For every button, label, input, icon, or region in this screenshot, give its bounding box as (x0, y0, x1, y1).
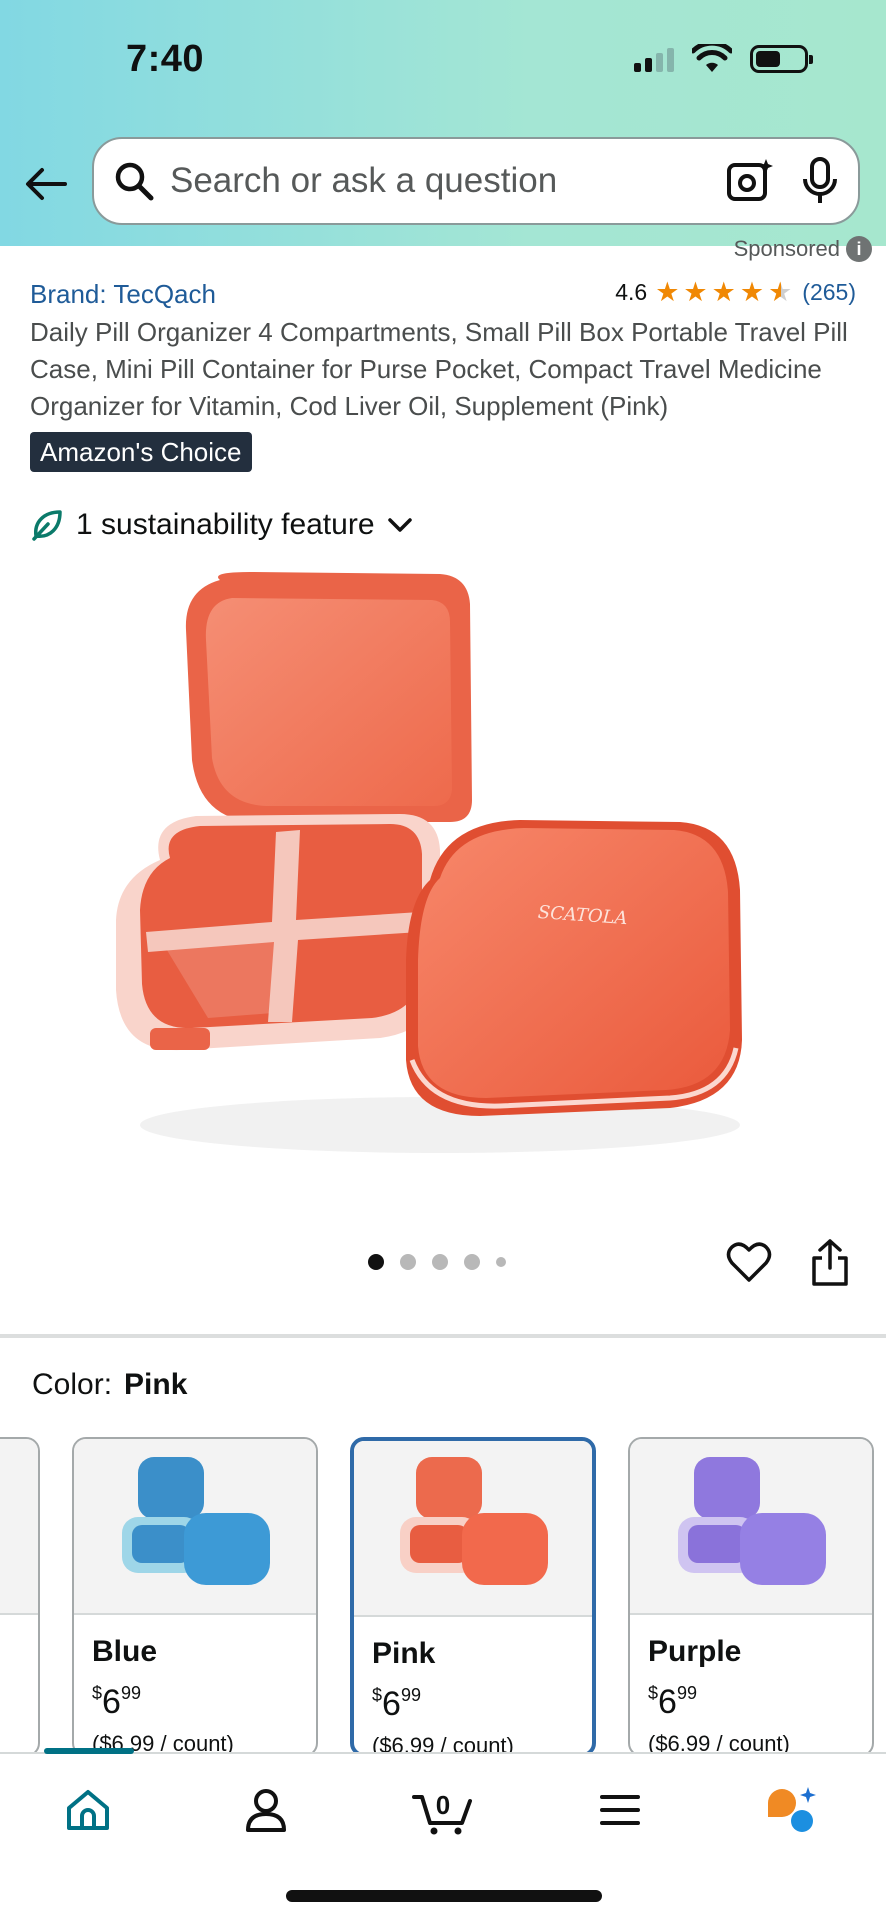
sponsored-label[interactable]: Sponsored i (734, 236, 872, 262)
wifi-icon (692, 44, 732, 72)
menu-icon (600, 1795, 640, 1825)
search-input[interactable]: Search or ask a question (170, 161, 726, 201)
home-icon (67, 1790, 109, 1830)
leaf-icon (32, 510, 62, 541)
back-button[interactable] (22, 160, 70, 208)
share-icon[interactable] (808, 1238, 852, 1288)
star-icon: ★ (683, 277, 708, 307)
swatch-name: Pink (372, 1637, 436, 1670)
star-icon: ★ (655, 277, 680, 307)
nav-rufus[interactable] (762, 1780, 822, 1840)
search-icon (115, 162, 154, 201)
carousel-dot[interactable] (368, 1254, 384, 1270)
cellular-signal-icon (634, 46, 674, 72)
swatch-card-pink[interactable]: Pink $699 ($6.99 / count) (350, 1437, 596, 1757)
amazons-choice-badge[interactable]: Amazon's Choice (30, 432, 252, 472)
swatch-name: Purple (648, 1635, 742, 1668)
swatch-price: $699 (648, 1683, 697, 1721)
swatch-card-purple[interactable]: Purple $699 ($6.99 / count) (628, 1437, 874, 1757)
swatch-name: Blue (92, 1635, 158, 1668)
swatch-thumbnail (74, 1439, 316, 1615)
swatch-price: $699 (92, 1683, 141, 1721)
carousel-dot[interactable] (432, 1254, 448, 1270)
sustainability-label: 1 sustainability feature (76, 508, 375, 541)
product-image[interactable]: SCATOLA (100, 560, 780, 1180)
chevron-down-icon (387, 518, 412, 532)
heart-icon[interactable] (726, 1240, 772, 1286)
swatch-card-partial[interactable] (0, 1437, 40, 1757)
swatch-price: $699 (372, 1685, 421, 1723)
purple-case-image (678, 1457, 826, 1585)
nav-home[interactable] (58, 1780, 118, 1840)
status-icons (634, 44, 813, 74)
battery-icon (750, 45, 813, 73)
nav-cart[interactable]: 0 (408, 1780, 478, 1840)
swatch-thumbnail (630, 1439, 872, 1615)
status-time: 7:40 (126, 38, 205, 80)
carousel-dots[interactable] (368, 1254, 506, 1270)
star-icon: ★ (739, 277, 765, 307)
section-divider (0, 1334, 886, 1338)
carousel-dot[interactable] (496, 1257, 506, 1267)
home-indicator (286, 1890, 602, 1902)
carousel-dot[interactable] (464, 1254, 480, 1270)
info-icon: i (846, 236, 872, 262)
rating-value: 4.6 (615, 279, 648, 305)
blue-case-image (122, 1457, 270, 1585)
nav-menu[interactable] (590, 1780, 650, 1840)
half-star-icon: ★ (768, 277, 793, 307)
rufus-icon (768, 1787, 816, 1832)
mic-icon[interactable] (800, 157, 840, 205)
review-count[interactable]: (265) (802, 279, 856, 306)
carousel-dot[interactable] (400, 1254, 416, 1270)
active-tab-indicator (44, 1748, 134, 1754)
sustainability-feature[interactable]: 1 sustainability feature (30, 508, 413, 542)
cart-count: 0 (435, 1790, 451, 1820)
nav-account[interactable] (236, 1780, 296, 1840)
account-icon (246, 1789, 286, 1832)
back-arrow-icon (26, 168, 67, 200)
color-swatch-list[interactable]: Blue $699 ($6.99 / count) Pink $699 ($6.… (0, 1437, 886, 1757)
header: 7:40 Search or ask a question (0, 0, 886, 246)
search-bar[interactable]: Search or ask a question (92, 137, 860, 225)
product-title: Daily Pill Organizer 4 Compartments, Sma… (30, 317, 848, 421)
pink-case-image (400, 1457, 548, 1585)
brand-link[interactable]: Brand: TecQach (30, 279, 216, 310)
swatch-thumbnail (354, 1441, 592, 1617)
color-label: Color: Pink (32, 1368, 188, 1401)
rating[interactable]: 4.6 ★ ★ ★ ★ ★ (265) (615, 279, 856, 306)
star-icon: ★ (711, 277, 736, 307)
selected-color: Pink (124, 1368, 188, 1401)
camera-icon[interactable] (726, 157, 774, 205)
swatch-card-blue[interactable]: Blue $699 ($6.99 / count) (72, 1437, 318, 1757)
